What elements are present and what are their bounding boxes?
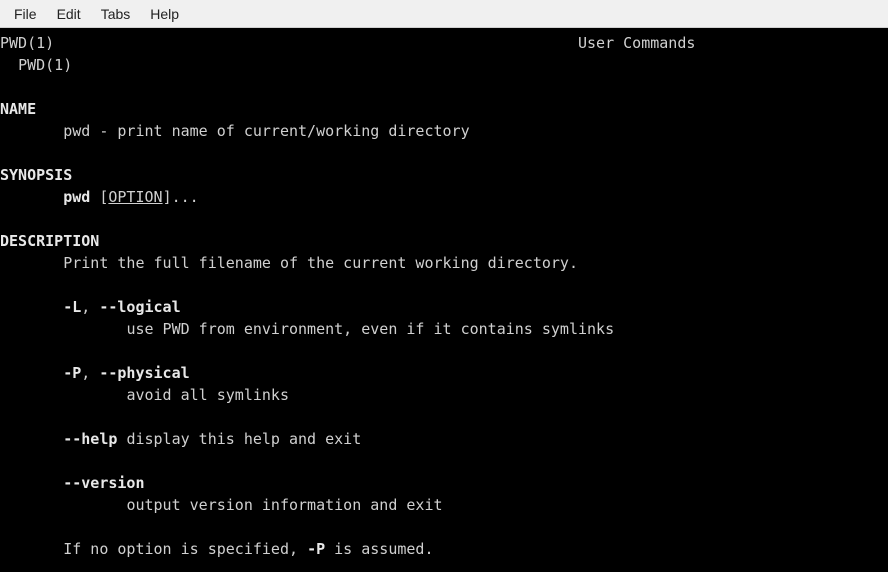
opt-L: -L — [63, 298, 81, 316]
man-header-left: PWD(1) — [0, 34, 54, 52]
synopsis-cmd: pwd — [63, 188, 90, 206]
opt-P-desc: avoid all symlinks — [126, 386, 289, 404]
opt-physical: --physical — [99, 364, 189, 382]
menubar: File Edit Tabs Help — [0, 0, 888, 28]
synopsis-tail: ]... — [163, 188, 199, 206]
opt-logical: --logical — [99, 298, 180, 316]
menu-edit[interactable]: Edit — [47, 2, 91, 26]
section-description: DESCRIPTION — [0, 232, 99, 250]
desc-intro: Print the full filename of the current w… — [63, 254, 578, 272]
opt-P: -P — [63, 364, 81, 382]
name-line: pwd - print name of current/working dire… — [63, 122, 469, 140]
menu-tabs[interactable]: Tabs — [91, 2, 141, 26]
menu-help[interactable]: Help — [140, 2, 189, 26]
opt-help: --help — [63, 430, 117, 448]
section-synopsis: SYNOPSIS — [0, 166, 72, 184]
man-header-right: PWD(1) — [18, 56, 72, 74]
opt-help-desc: display this help and exit — [126, 430, 361, 448]
man-header-center: User Commands — [578, 34, 695, 52]
opt-version: --version — [63, 474, 144, 492]
menu-file[interactable]: File — [4, 2, 47, 26]
terminal-content[interactable]: PWD(1) User Commands PWD(1) NAME pwd - p… — [0, 28, 888, 560]
opt-version-desc: output version information and exit — [126, 496, 442, 514]
section-name: NAME — [0, 100, 36, 118]
note-post: is assumed. — [325, 540, 433, 558]
note-pre: If no option is specified, — [63, 540, 307, 558]
opt-L-desc: use PWD from environment, even if it con… — [126, 320, 614, 338]
synopsis-option: OPTION — [108, 188, 162, 206]
note-bold: -P — [307, 540, 325, 558]
